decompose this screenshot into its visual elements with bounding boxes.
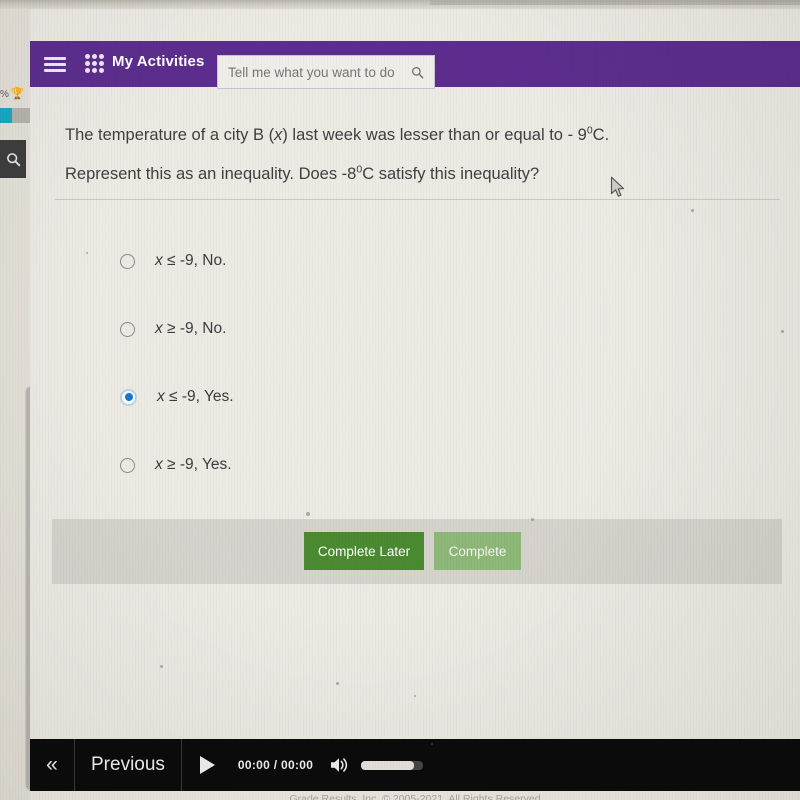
radio-button-selected[interactable] <box>120 388 137 406</box>
copyright-footer: Grade Results, Inc. © 2005-2021. All Rig… <box>289 793 541 800</box>
question-line1-b: ) last week was lesser than or equal to … <box>282 125 587 144</box>
screen-photo: % 🏆 My Activities Tell me what you want … <box>0 0 800 800</box>
percent-label: % <box>0 88 9 100</box>
brand-title: My Activities <box>112 53 205 70</box>
search-icon <box>6 152 20 166</box>
question-line-2: Represent this as an inequality. Does -8… <box>65 164 540 184</box>
radio-button[interactable] <box>120 253 135 269</box>
previous-arrows-icon[interactable]: « <box>30 739 75 791</box>
volume-icon[interactable] <box>329 756 351 774</box>
question-line1-c: C. <box>592 125 610 144</box>
complete-button[interactable]: Complete <box>434 532 521 570</box>
option-variable: x <box>157 388 165 405</box>
app-header: My Activities <box>30 41 800 89</box>
option-label: x ≤ -9, Yes. <box>157 388 234 406</box>
option-row[interactable]: x ≥ -9, No. <box>120 295 540 363</box>
volume-slider[interactable] <box>361 760 424 770</box>
answer-options: x ≤ -9, No. x ≥ -9, No. x ≤ -9, Yes. x ≥… <box>120 227 540 499</box>
option-variable: x <box>155 456 163 473</box>
page-scrollbar[interactable] <box>12 190 37 791</box>
question-line2-b: C satisfy this inequality? <box>362 165 540 183</box>
play-triangle <box>200 756 216 774</box>
question-line2-a: Represent this as an inequality. Does -8 <box>65 165 357 183</box>
option-label: x ≥ -9, Yes. <box>155 456 232 474</box>
option-text: ≥ -9, Yes. <box>162 456 232 473</box>
progress-bar-fill <box>0 108 12 123</box>
play-icon[interactable] <box>182 739 234 791</box>
activity-content: The temperature of a city B ( x ) last wee… <box>30 87 800 739</box>
outer-screen-dark-strip <box>430 0 800 5</box>
search-box[interactable] <box>217 55 435 89</box>
volume-slider-fill <box>361 760 415 770</box>
option-variable: x <box>155 252 163 269</box>
option-text: ≤ -9, Yes. <box>164 388 234 405</box>
search-input[interactable] <box>228 64 405 80</box>
app-frame: My Activities The temperature of a city … <box>30 9 800 800</box>
option-label: x ≤ -9, No. <box>155 252 226 270</box>
option-row[interactable]: x ≤ -9, No. <box>120 227 540 295</box>
app-grid-icon[interactable] <box>85 53 105 74</box>
time-display: 00:00 / 00:00 <box>237 758 314 772</box>
option-label: x ≥ -9, No. <box>155 320 226 338</box>
complete-later-button[interactable]: Complete Later <box>304 532 424 570</box>
speaker-glyph <box>331 758 348 772</box>
divider <box>55 199 780 200</box>
question-line-1: The temperature of a city B (x) last wee… <box>65 124 610 144</box>
question-text: The temperature of a city B (x) last wee… <box>65 113 765 192</box>
option-variable: x <box>155 320 163 337</box>
media-nav-bar: « Previous 00:00 / 00:00 <box>30 739 800 791</box>
trophy-icon: 🏆 <box>10 87 25 100</box>
previous-button[interactable]: Previous <box>75 739 182 791</box>
option-row[interactable]: x ≥ -9, Yes. <box>120 431 540 499</box>
hamburger-icon[interactable] <box>44 54 66 74</box>
points-indicator: % 🏆 <box>0 86 28 102</box>
option-text: ≤ -9, No. <box>162 252 227 269</box>
question-line1-a: The temperature of a city B ( <box>65 125 275 144</box>
radio-button[interactable] <box>120 321 135 337</box>
sidebar-search-button[interactable] <box>0 140 26 178</box>
search-icon <box>412 66 424 78</box>
option-row-selected[interactable]: x ≤ -9, Yes. <box>120 363 540 431</box>
radio-button[interactable] <box>120 457 135 473</box>
progress-bar-track <box>12 108 30 123</box>
option-text: ≥ -9, No. <box>162 320 227 337</box>
